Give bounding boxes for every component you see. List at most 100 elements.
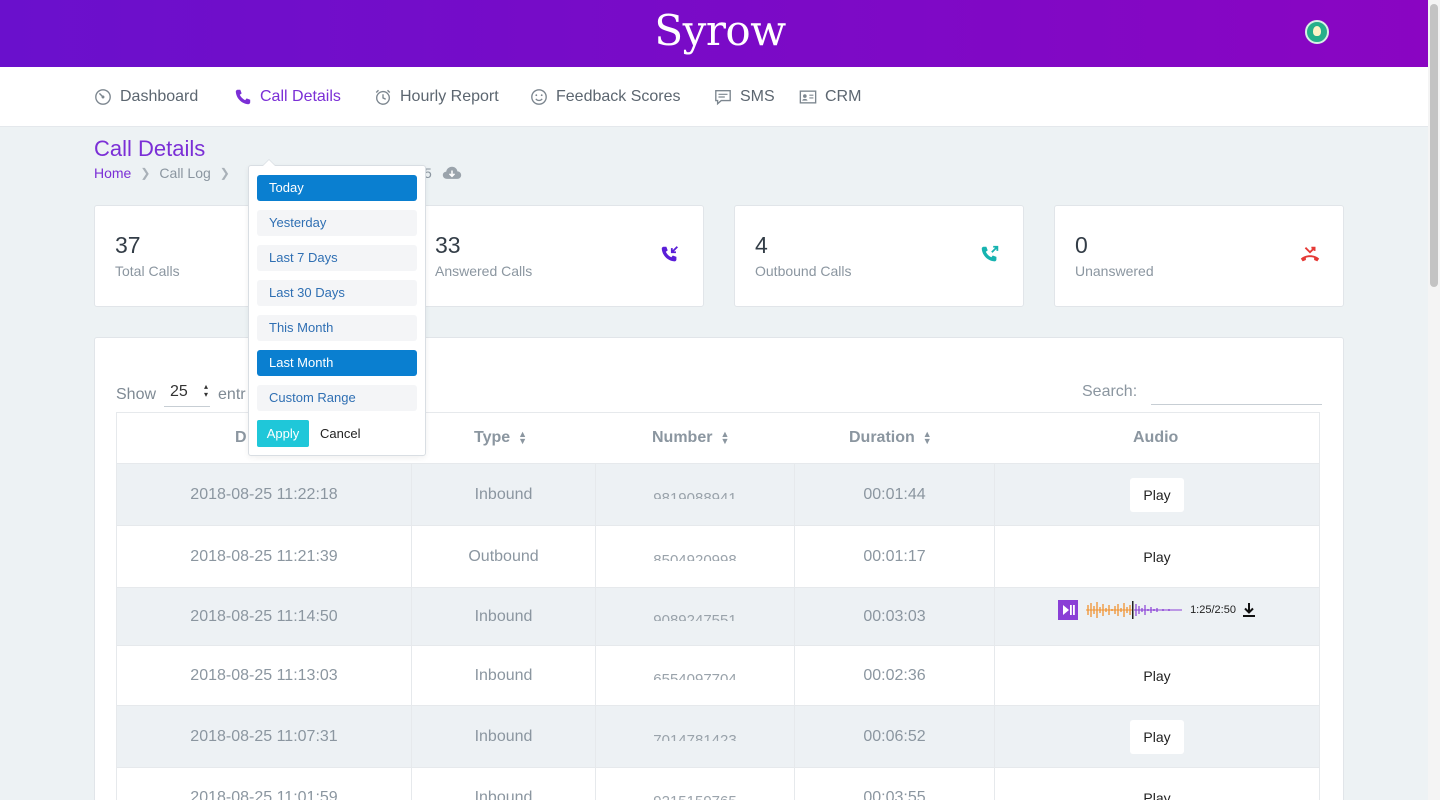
cell-date: 2018-08-25 11:01:59 [117, 768, 412, 800]
play-pause-icon[interactable] [1058, 600, 1079, 620]
stat-card-answered-calls: 33 Answered Calls [414, 205, 704, 307]
stat-label: Unanswered [1075, 263, 1154, 279]
page-size-select[interactable]: 25 [164, 383, 211, 407]
sort-icon: ▲ ▼ [720, 429, 730, 446]
column-header-type[interactable]: Type ▲ ▼ [474, 429, 527, 447]
cell-number: 7014781423 [596, 706, 795, 767]
missed-call-icon [1300, 246, 1320, 262]
nav-item-sms[interactable]: SMS [714, 85, 775, 109]
table-row: 2018-08-25 11:01:59 Inbound 9215159765 0… [117, 768, 1319, 800]
column-header-duration[interactable]: Duration ▲ ▼ [849, 429, 932, 447]
range-option-custom-range[interactable]: Custom Range [257, 385, 417, 411]
show-label: Show [116, 386, 157, 403]
range-option-last-7-days[interactable]: Last 7 Days [257, 245, 417, 271]
cell-duration: 00:06:52 [795, 706, 995, 767]
alarm-clock-icon [375, 89, 391, 105]
outgoing-call-icon [981, 245, 999, 262]
apply-button[interactable]: Apply [257, 420, 309, 447]
sort-icon: ▲ ▼ [922, 429, 932, 446]
download-icon[interactable] [1242, 602, 1256, 618]
cell-number: 9215159765 [596, 768, 795, 800]
cell-type: Inbound [412, 768, 596, 800]
stat-value: 37 [115, 232, 141, 258]
range-option-yesterday[interactable]: Yesterday [257, 210, 417, 236]
cell-audio: Play [995, 526, 1319, 587]
chevron-right-icon: ❯ [140, 166, 151, 180]
entries-label: entr [218, 386, 246, 403]
stat-card-unanswered: 0 Unanswered [1054, 205, 1344, 307]
nav-label: SMS [740, 88, 775, 105]
main-nav: Dashboard Call Details Hourly Report Fee… [0, 67, 1440, 127]
cell-duration: 00:03:03 [795, 588, 995, 645]
date-range-dropdown: Today Yesterday Last 7 Days Last 30 Days… [248, 159, 426, 456]
nav-label: Feedback Scores [556, 88, 681, 105]
table-row: 2018-08-25 11:13:03 Inbound 6554097704 0… [117, 646, 1319, 706]
range-option-last-month[interactable]: Last Month [257, 350, 417, 376]
phone-icon [235, 89, 251, 105]
nav-item-hourly-report[interactable]: Hourly Report [374, 85, 499, 109]
cell-date: 2018-08-25 11:13:03 [117, 646, 412, 705]
incoming-call-icon [661, 246, 678, 262]
cell-duration: 00:01:44 [795, 464, 995, 525]
stat-value: 33 [435, 232, 461, 258]
cell-type: Inbound [412, 646, 596, 705]
cell-audio: Play [995, 768, 1319, 800]
play-button[interactable]: Play [1130, 539, 1184, 574]
cell-number: 9819088941 [596, 464, 795, 525]
page-title: Call Details [94, 136, 206, 161]
user-avatar[interactable] [1305, 20, 1329, 44]
sort-icon: ▲ ▼ [518, 429, 528, 446]
scrollbar-thumb[interactable] [1430, 4, 1438, 287]
play-button[interactable]: Play [1130, 719, 1184, 754]
table-row: 2018-08-25 11:22:18 Inbound 9819088941 0… [117, 464, 1319, 526]
table-row: 2018-08-25 11:21:39 Outbound 8504920998 … [117, 526, 1319, 588]
stat-card-outbound-calls: 4 Outbound Calls [734, 205, 1024, 307]
cloud-download-icon[interactable] [442, 165, 462, 181]
cancel-button[interactable]: Cancel [320, 420, 360, 447]
column-header-audio: Audio [1133, 429, 1179, 446]
cell-audio: Play [995, 646, 1319, 705]
chevron-right-icon: ❯ [219, 166, 230, 180]
cell-audio: Play [995, 464, 1319, 525]
column-header-number[interactable]: Number ▲ ▼ [652, 429, 729, 447]
range-option-today[interactable]: Today [257, 175, 417, 201]
search-input[interactable] [1151, 381, 1322, 405]
cell-audio: Play [995, 706, 1319, 767]
waveform-scrubber[interactable] [1084, 600, 1184, 620]
table-row: 2018-08-25 11:07:31 Inbound 7014781423 0… [117, 706, 1319, 768]
call-table: D Type ▲ ▼ Number ▲ ▼ Duration ▲ ▼ Audio 20… [116, 412, 1320, 800]
cell-type: Outbound [412, 526, 596, 587]
top-bar: Syrow [0, 0, 1440, 67]
cell-date: 2018-08-25 11:22:18 [117, 464, 412, 525]
cell-date: 2018-08-25 11:14:50 [117, 588, 412, 645]
range-option-last-30-days[interactable]: Last 30 Days [257, 280, 417, 306]
cell-number: 6554097704 [596, 646, 795, 705]
nav-item-call-details[interactable]: Call Details [234, 85, 341, 109]
play-button[interactable]: Play [1130, 477, 1184, 512]
column-header-date[interactable]: D [235, 429, 247, 447]
nav-item-dashboard[interactable]: Dashboard [94, 85, 198, 109]
play-button[interactable]: Play [1130, 658, 1184, 693]
cell-date: 2018-08-25 11:07:31 [117, 706, 412, 767]
cell-type: Inbound [412, 706, 596, 767]
cell-duration: 00:01:17 [795, 526, 995, 587]
cell-number: 8504920998 [596, 526, 795, 587]
stat-value: 4 [755, 232, 768, 258]
smiley-icon [531, 89, 547, 105]
nav-item-crm[interactable]: CRM [799, 85, 861, 109]
page-size-control: Show 25 entr [116, 383, 246, 407]
range-option-this-month[interactable]: This Month [257, 315, 417, 341]
cell-audio: 1:25/2:50 [995, 588, 1319, 645]
breadcrumb: Home ❯ Call Log ❯ [94, 165, 230, 181]
stat-label: Outbound Calls [755, 263, 852, 279]
breadcrumb-call-log[interactable]: Call Log [159, 165, 210, 181]
audio-time: 1:25/2:50 [1190, 604, 1236, 616]
nav-item-feedback-scores[interactable]: Feedback Scores [530, 85, 681, 109]
nav-label: Call Details [260, 88, 341, 105]
table-row: 2018-08-25 11:14:50 Inbound 9089247551 0… [117, 588, 1319, 646]
play-button[interactable]: Play [1130, 780, 1184, 800]
cell-date: 2018-08-25 11:21:39 [117, 526, 412, 587]
breadcrumb-home[interactable]: Home [94, 165, 131, 181]
stat-label: Total Calls [115, 263, 180, 279]
nav-label: CRM [825, 88, 862, 105]
